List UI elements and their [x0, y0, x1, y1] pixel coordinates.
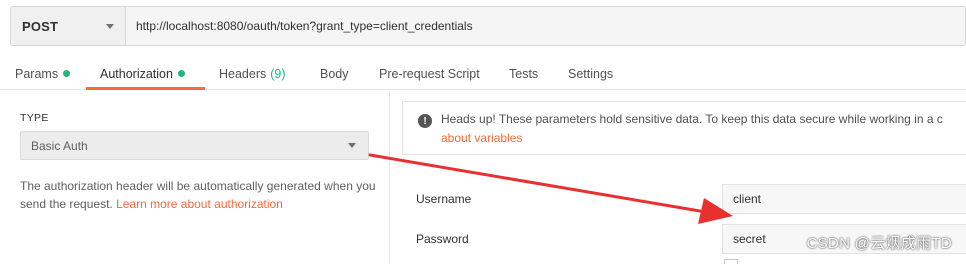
alert-icon: !	[418, 114, 432, 128]
auth-type-select[interactable]: Basic Auth	[20, 131, 369, 160]
auth-type-value: Basic Auth	[31, 138, 88, 153]
chevron-down-icon	[106, 23, 114, 29]
tab-pre-request-script-label: Pre-request Script	[379, 66, 480, 81]
username-field[interactable]: client	[722, 184, 966, 214]
notice-text: Heads up! These parameters hold sensitiv…	[441, 112, 943, 126]
chevron-down-icon	[348, 143, 356, 148]
tab-authorization-label: Authorization	[100, 66, 173, 81]
about-variables-link[interactable]: about variables	[441, 131, 522, 145]
method-label: POST	[22, 18, 59, 34]
sensitive-data-notice: ! Heads up! These parameters hold sensit…	[402, 101, 966, 155]
tab-tests[interactable]: Tests	[509, 58, 538, 89]
tab-headers[interactable]: Headers (9)	[219, 58, 286, 89]
type-label: TYPE	[20, 112, 49, 124]
tab-settings[interactable]: Settings	[568, 58, 613, 89]
status-dot-icon	[177, 70, 185, 77]
active-tab-indicator	[86, 87, 205, 90]
learn-more-link[interactable]: Learn more about authorization	[116, 197, 283, 211]
username-label: Username	[416, 192, 472, 206]
auth-description: The authorization header will be automat…	[20, 177, 380, 213]
tab-headers-label: Headers	[219, 66, 267, 81]
request-bar: POST http://localhost:8080/oauth/token?g…	[10, 6, 966, 46]
method-select[interactable]: POST	[11, 7, 126, 45]
tab-body-label: Body	[320, 66, 349, 81]
tab-body[interactable]: Body	[320, 58, 349, 89]
auth-type-panel: TYPE Basic Auth The authorization header…	[0, 91, 390, 264]
tab-tests-label: Tests	[509, 66, 539, 81]
tab-params[interactable]: Params	[15, 58, 71, 89]
tab-pre-request-script[interactable]: Pre-request Script	[379, 58, 480, 89]
tab-params-label: Params	[15, 66, 59, 81]
tab-settings-label: Settings	[568, 66, 614, 81]
watermark: CSDN @云烟成雨TD	[806, 235, 952, 252]
status-dot-icon	[63, 70, 71, 77]
tab-headers-count: (9)	[270, 66, 286, 81]
url-input[interactable]: http://localhost:8080/oauth/token?grant_…	[126, 7, 965, 45]
password-label: Password	[416, 232, 469, 246]
request-tabs: Params Authorization Headers (9) Body Pr…	[0, 58, 966, 90]
tab-authorization[interactable]: Authorization	[100, 58, 185, 89]
show-password-checkbox[interactable]	[724, 259, 738, 264]
